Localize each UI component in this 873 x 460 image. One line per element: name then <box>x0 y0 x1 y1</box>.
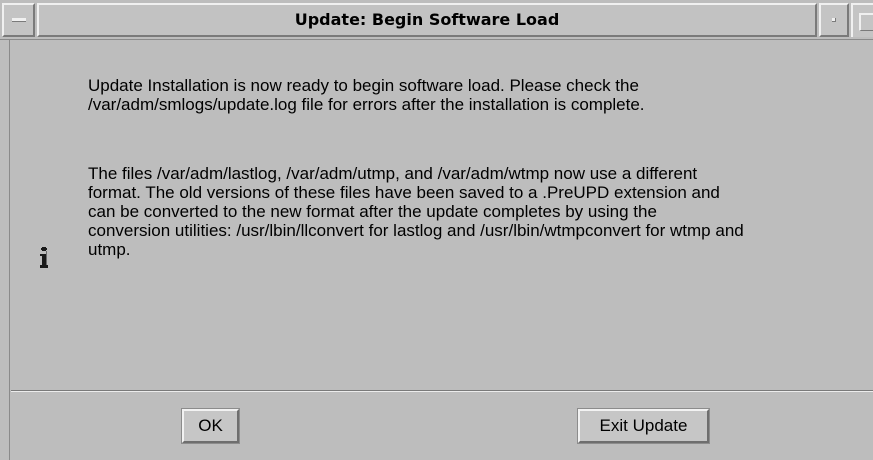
window-frame-left <box>0 40 10 460</box>
ok-button[interactable]: OK <box>181 408 240 444</box>
message-paragraph-2: The files /var/adm/lastlog, /var/adm/utm… <box>88 164 744 259</box>
update-dialog-window: Update: Begin Software Load Update Insta… <box>0 0 873 460</box>
separator <box>11 390 873 392</box>
message-area: Update Installation is now ready to begi… <box>11 42 873 390</box>
window-menu-button[interactable] <box>2 3 35 37</box>
minimize-icon <box>832 18 836 22</box>
minimize-button[interactable] <box>819 3 849 37</box>
message-paragraph-1: Update Installation is now ready to begi… <box>88 76 645 114</box>
maximize-button[interactable] <box>851 3 873 37</box>
button-bar: OK Exit Update <box>11 393 873 460</box>
window-title[interactable]: Update: Begin Software Load <box>37 3 817 37</box>
exit-update-button[interactable]: Exit Update <box>577 408 710 444</box>
info-icon <box>40 247 48 268</box>
maximize-icon <box>859 13 873 31</box>
window-menu-icon <box>12 18 26 22</box>
title-bar[interactable]: Update: Begin Software Load <box>0 0 873 40</box>
